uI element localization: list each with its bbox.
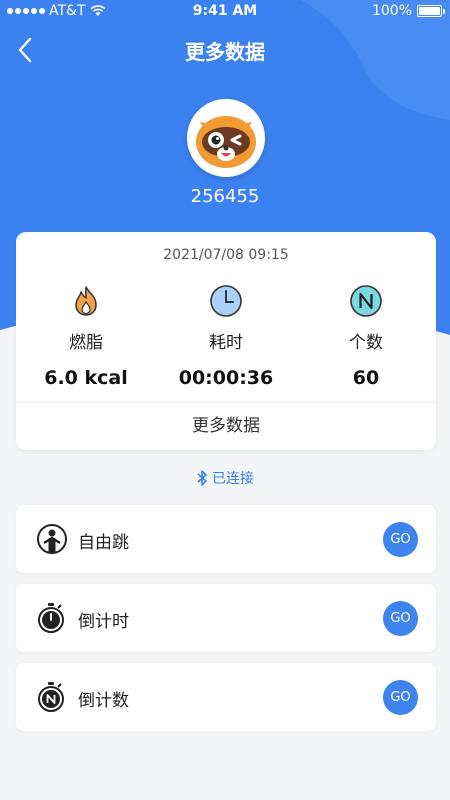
battery-icon: [417, 5, 445, 17]
avatar[interactable]: [187, 99, 265, 177]
stat-value: 00:00:36: [178, 367, 274, 389]
stopwatch-icon: [36, 602, 66, 634]
user-id: 256455: [190, 186, 260, 207]
stat-value: 6.0 kcal: [44, 367, 128, 389]
count-n-icon: [349, 284, 383, 318]
bluetooth-status: 已连接: [0, 468, 450, 488]
jump-rope-person-icon: [36, 523, 67, 555]
mode-countdown-count[interactable]: 倒计数 GO: [16, 663, 436, 731]
stat-label: 燃脂: [69, 333, 103, 353]
clock-icon: [209, 284, 243, 318]
battery-fill: [419, 7, 440, 15]
mode-label: 倒计数: [78, 691, 129, 711]
battery-percent: 100%: [371, 3, 412, 19]
stats-card: 2021/07/08 09:15 燃脂 6.0 kcal 耗时 00:00:36: [16, 232, 436, 450]
screen: AT&T 9:41 AM 100% 更多数据 256455 2021/07/08…: [0, 0, 450, 800]
go-button[interactable]: GO: [383, 522, 418, 557]
nav-bar: 更多数据: [0, 28, 450, 72]
bluetooth-icon: [197, 470, 207, 486]
mode-label: 自由跳: [78, 533, 129, 553]
stat-label: 耗时: [209, 333, 243, 353]
bluetooth-status-text: 已连接: [212, 471, 254, 487]
mode-countdown-time[interactable]: 倒计时 GO: [16, 584, 436, 652]
mode-free-jump[interactable]: 自由跳 GO: [16, 505, 436, 573]
stopwatch-n-icon: [36, 681, 66, 713]
page-title: 更多数据: [185, 40, 265, 64]
stat-calories: 燃脂 6.0 kcal: [16, 284, 156, 389]
go-button[interactable]: GO: [383, 680, 418, 715]
mode-label: 倒计时: [78, 612, 129, 632]
stat-value: 60: [352, 367, 380, 389]
flame-icon: [69, 284, 103, 318]
stat-label: 个数: [349, 333, 383, 353]
record-date: 2021/07/08 09:15: [163, 247, 289, 263]
go-button[interactable]: GO: [383, 601, 418, 636]
raccoon-mascot-icon: [190, 102, 262, 174]
status-bar: AT&T 9:41 AM 100%: [0, 0, 450, 24]
stat-duration: 耗时 00:00:36: [156, 284, 296, 389]
stat-count: 个数 60: [296, 284, 436, 389]
status-right: 100%: [371, 3, 445, 19]
more-data-button[interactable]: 更多数据: [16, 403, 436, 450]
